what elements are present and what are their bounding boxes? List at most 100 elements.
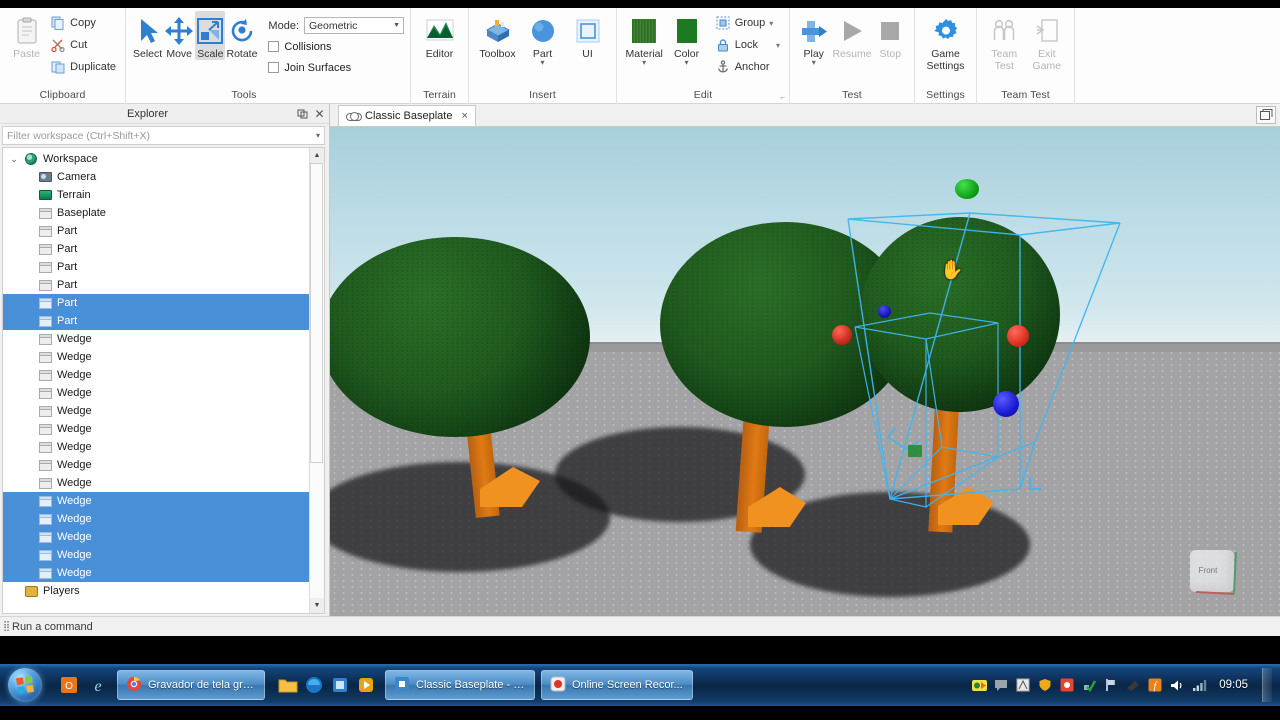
tree-item[interactable]: Players (3, 582, 309, 600)
view-cube[interactable]: Front (1186, 546, 1242, 600)
select-tool-button[interactable]: Select (132, 11, 163, 60)
tree-item[interactable]: Wedge (3, 528, 309, 546)
tree-item[interactable]: Wedge (3, 492, 309, 510)
chevron-down-icon[interactable]: ▾ (540, 59, 544, 67)
network-icon[interactable] (1191, 677, 1207, 693)
tray-record-icon[interactable] (1059, 677, 1075, 693)
tree-item[interactable]: Baseplate (3, 204, 309, 222)
toolbox-button[interactable]: Toolbox (475, 11, 520, 60)
scale-tool-button[interactable]: Scale (195, 11, 226, 60)
scale-handle-left[interactable] (832, 325, 852, 345)
tree-item[interactable]: Wedge (3, 420, 309, 438)
insert-ui-button[interactable]: UI (565, 11, 610, 60)
collisions-checkbox[interactable]: Collisions (268, 36, 404, 57)
pin-icon[interactable] (295, 106, 310, 122)
office-icon[interactable]: O (56, 670, 82, 700)
tray-tools-icon[interactable] (1015, 677, 1031, 693)
scale-handle-right[interactable] (1007, 325, 1029, 347)
chevron-down-icon[interactable]: ▾ (776, 41, 780, 50)
join-surfaces-checkbox[interactable]: Join Surfaces (268, 57, 404, 78)
explorer-tree[interactable]: ⌄ Workspace Camera Terrain Baseplate Part Part… (3, 148, 309, 613)
terrain-editor-button[interactable]: Editor (417, 11, 462, 60)
tree-object-selected[interactable] (850, 217, 1110, 547)
show-desktop-button[interactable] (1262, 668, 1272, 702)
close-icon[interactable]: × (461, 110, 467, 122)
tray-chat-icon[interactable] (993, 677, 1009, 693)
tree-item[interactable]: Wedge (3, 510, 309, 528)
tree-item[interactable]: Part (3, 258, 309, 276)
tree-item[interactable]: Wedge (3, 546, 309, 564)
taskbar-window-chrome[interactable]: Gravador de tela grát... (117, 670, 265, 700)
tree-item[interactable]: Wedge (3, 438, 309, 456)
tree-item[interactable]: Camera (3, 168, 309, 186)
edit-dialog-launcher[interactable]: ⌐ (780, 93, 785, 102)
expand-toggle-icon[interactable]: ⌄ (7, 154, 21, 165)
taskbar-window-recorder[interactable]: Online Screen Recor... (541, 670, 693, 700)
internet-explorer-icon[interactable]: e (85, 670, 111, 700)
game-settings-button[interactable]: Game Settings (921, 11, 970, 72)
explorer-filter-input[interactable]: Filter workspace (Ctrl+Shift+X) ▾ (2, 126, 325, 145)
edge-icon[interactable] (301, 670, 327, 700)
drag-grip-icon[interactable]: ⣿ (0, 621, 12, 632)
explorer-folder-icon[interactable] (275, 670, 301, 700)
tree-item[interactable]: Wedge (3, 402, 309, 420)
scale-handle-top[interactable] (955, 179, 979, 199)
move-tool-button[interactable]: Move (163, 11, 195, 60)
chevron-down-icon[interactable]: ▾ (642, 59, 646, 67)
tree-item[interactable]: Wedge (3, 564, 309, 582)
duplicate-button[interactable]: Duplicate (47, 56, 119, 78)
tree-item[interactable]: Part (3, 312, 309, 330)
anchor-button[interactable]: Anchor (712, 56, 783, 78)
scroll-thumb[interactable] (309, 163, 323, 463)
taskbar-clock[interactable]: 09:05 (1219, 679, 1248, 691)
tree-item[interactable]: Wedge (3, 330, 309, 348)
tree-item[interactable]: Part (3, 240, 309, 258)
lock-button[interactable]: Lock ▾ (712, 34, 783, 56)
chevron-down-icon[interactable]: ▾ (769, 19, 773, 28)
tab-classic-baseplate[interactable]: Classic Baseplate × (338, 105, 476, 126)
material-button[interactable]: Material ▾ (623, 11, 665, 67)
layout-icon[interactable] (1256, 106, 1276, 124)
tree-item[interactable]: Wedge (3, 384, 309, 402)
explorer-scrollbar[interactable]: ▲ ▼ (309, 148, 324, 613)
tray-media-icon[interactable] (971, 677, 987, 693)
tray-update-icon[interactable]: f (1147, 677, 1163, 693)
tray-printer-icon[interactable] (1125, 677, 1141, 693)
chevron-down-icon[interactable]: ▾ (316, 131, 320, 140)
insert-part-button[interactable]: Part ▾ (520, 11, 565, 67)
store-icon[interactable] (327, 670, 353, 700)
tree-item[interactable]: Wedge (3, 348, 309, 366)
tree-item[interactable]: Wedge (3, 474, 309, 492)
chevron-down-icon[interactable]: ▾ (812, 59, 816, 67)
scroll-track[interactable] (309, 163, 324, 598)
tree-item[interactable]: Wedge (3, 366, 309, 384)
paste-button[interactable]: Paste (6, 11, 47, 60)
cut-button[interactable]: Cut (47, 34, 119, 56)
start-button[interactable] (2, 665, 48, 705)
mode-select[interactable]: Geometric ▼ (304, 17, 404, 34)
media-icon[interactable] (353, 670, 379, 700)
chevron-down-icon[interactable]: ▾ (685, 59, 689, 67)
3d-viewport[interactable]: ✋ Front (330, 127, 1280, 616)
tray-flag-icon[interactable] (1103, 677, 1119, 693)
scroll-down-button[interactable]: ▼ (309, 598, 324, 613)
scale-handle-back[interactable] (878, 305, 891, 318)
scale-handle-front[interactable] (993, 391, 1019, 417)
color-button[interactable]: Color ▾ (665, 11, 707, 67)
play-button[interactable]: Play ▾ (796, 11, 831, 67)
group-button[interactable]: Group ▾ (712, 12, 783, 34)
tree-item[interactable]: Wedge (3, 456, 309, 474)
scroll-up-button[interactable]: ▲ (309, 148, 324, 163)
tree-item[interactable]: Terrain (3, 186, 309, 204)
tree-item[interactable]: ⌄ Workspace (3, 150, 309, 168)
close-icon[interactable]: ✕ (312, 106, 327, 122)
tree-item[interactable]: Part (3, 276, 309, 294)
copy-button[interactable]: Copy (47, 12, 119, 34)
tree-object[interactable] (330, 237, 610, 537)
rotate-tool-button[interactable]: Rotate (225, 11, 258, 60)
taskbar-window-roblox[interactable]: Classic Baseplate - R... (385, 670, 535, 700)
tree-item[interactable]: Part (3, 222, 309, 240)
volume-icon[interactable] (1169, 677, 1185, 693)
tree-item[interactable]: Part (3, 294, 309, 312)
command-bar[interactable]: ⣿ Run a command (0, 616, 1280, 636)
